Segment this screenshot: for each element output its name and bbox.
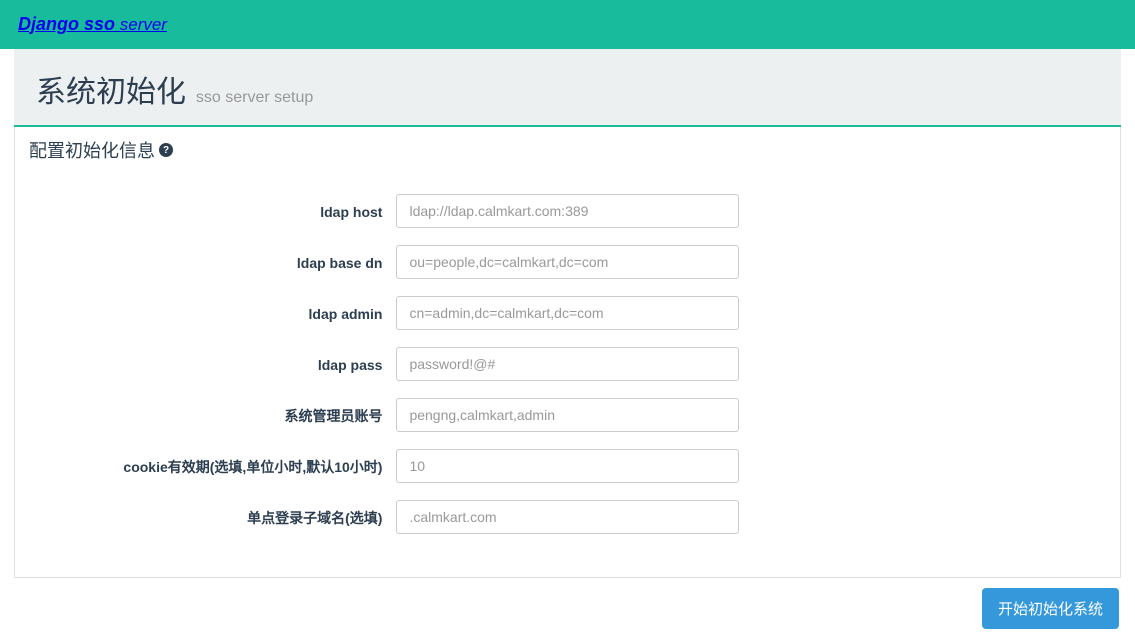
- label-sso-domain: 单点登录子域名(选填): [33, 500, 396, 528]
- ldap-base-dn-input[interactable]: [396, 245, 738, 279]
- sso-domain-input[interactable]: [396, 500, 738, 534]
- page-subtitle: sso server setup: [196, 89, 313, 106]
- row-ldap-base-dn: ldap base dn: [33, 245, 1102, 279]
- admin-users-input[interactable]: [396, 398, 738, 432]
- panel-body: ldap host ldap base dn ldap admin ldap p…: [15, 174, 1120, 577]
- brand-light: server: [115, 15, 167, 34]
- label-ldap-admin: ldap admin: [33, 296, 396, 324]
- help-icon[interactable]: ?: [159, 143, 173, 157]
- panel-title: 配置初始化信息: [29, 137, 155, 163]
- brand-link[interactable]: Django sso server: [18, 14, 167, 35]
- init-form: ldap host ldap base dn ldap admin ldap p…: [33, 194, 1102, 534]
- panel-footer: 开始初始化系统: [0, 578, 1135, 639]
- ldap-host-input[interactable]: [396, 194, 738, 228]
- row-ldap-pass: ldap pass: [33, 347, 1102, 381]
- label-admin-users: 系统管理员账号: [33, 398, 396, 426]
- label-ldap-host: ldap host: [33, 194, 396, 222]
- label-ldap-pass: ldap pass: [33, 347, 396, 375]
- row-admin-users: 系统管理员账号: [33, 398, 1102, 432]
- config-panel: 配置初始化信息 ? ldap host ldap base dn ldap ad…: [14, 127, 1121, 578]
- navbar: Django sso server: [0, 0, 1135, 49]
- row-ldap-host: ldap host: [33, 194, 1102, 228]
- label-ldap-base-dn: ldap base dn: [33, 245, 396, 273]
- ldap-pass-input[interactable]: [396, 347, 738, 381]
- cookie-ttl-input[interactable]: [396, 449, 738, 483]
- page-title: 系统初始化: [36, 67, 186, 111]
- brand-strong: Django sso: [18, 14, 115, 34]
- label-cookie-ttl: cookie有效期(选填,单位小时,默认10小时): [33, 449, 396, 477]
- ldap-admin-input[interactable]: [396, 296, 738, 330]
- row-cookie-ttl: cookie有效期(选填,单位小时,默认10小时): [33, 449, 1102, 483]
- panel-heading: 配置初始化信息 ?: [15, 127, 1120, 174]
- row-ldap-admin: ldap admin: [33, 296, 1102, 330]
- submit-button[interactable]: 开始初始化系统: [982, 588, 1119, 629]
- page-header: 系统初始化 sso server setup: [14, 49, 1121, 127]
- row-sso-domain: 单点登录子域名(选填): [33, 500, 1102, 534]
